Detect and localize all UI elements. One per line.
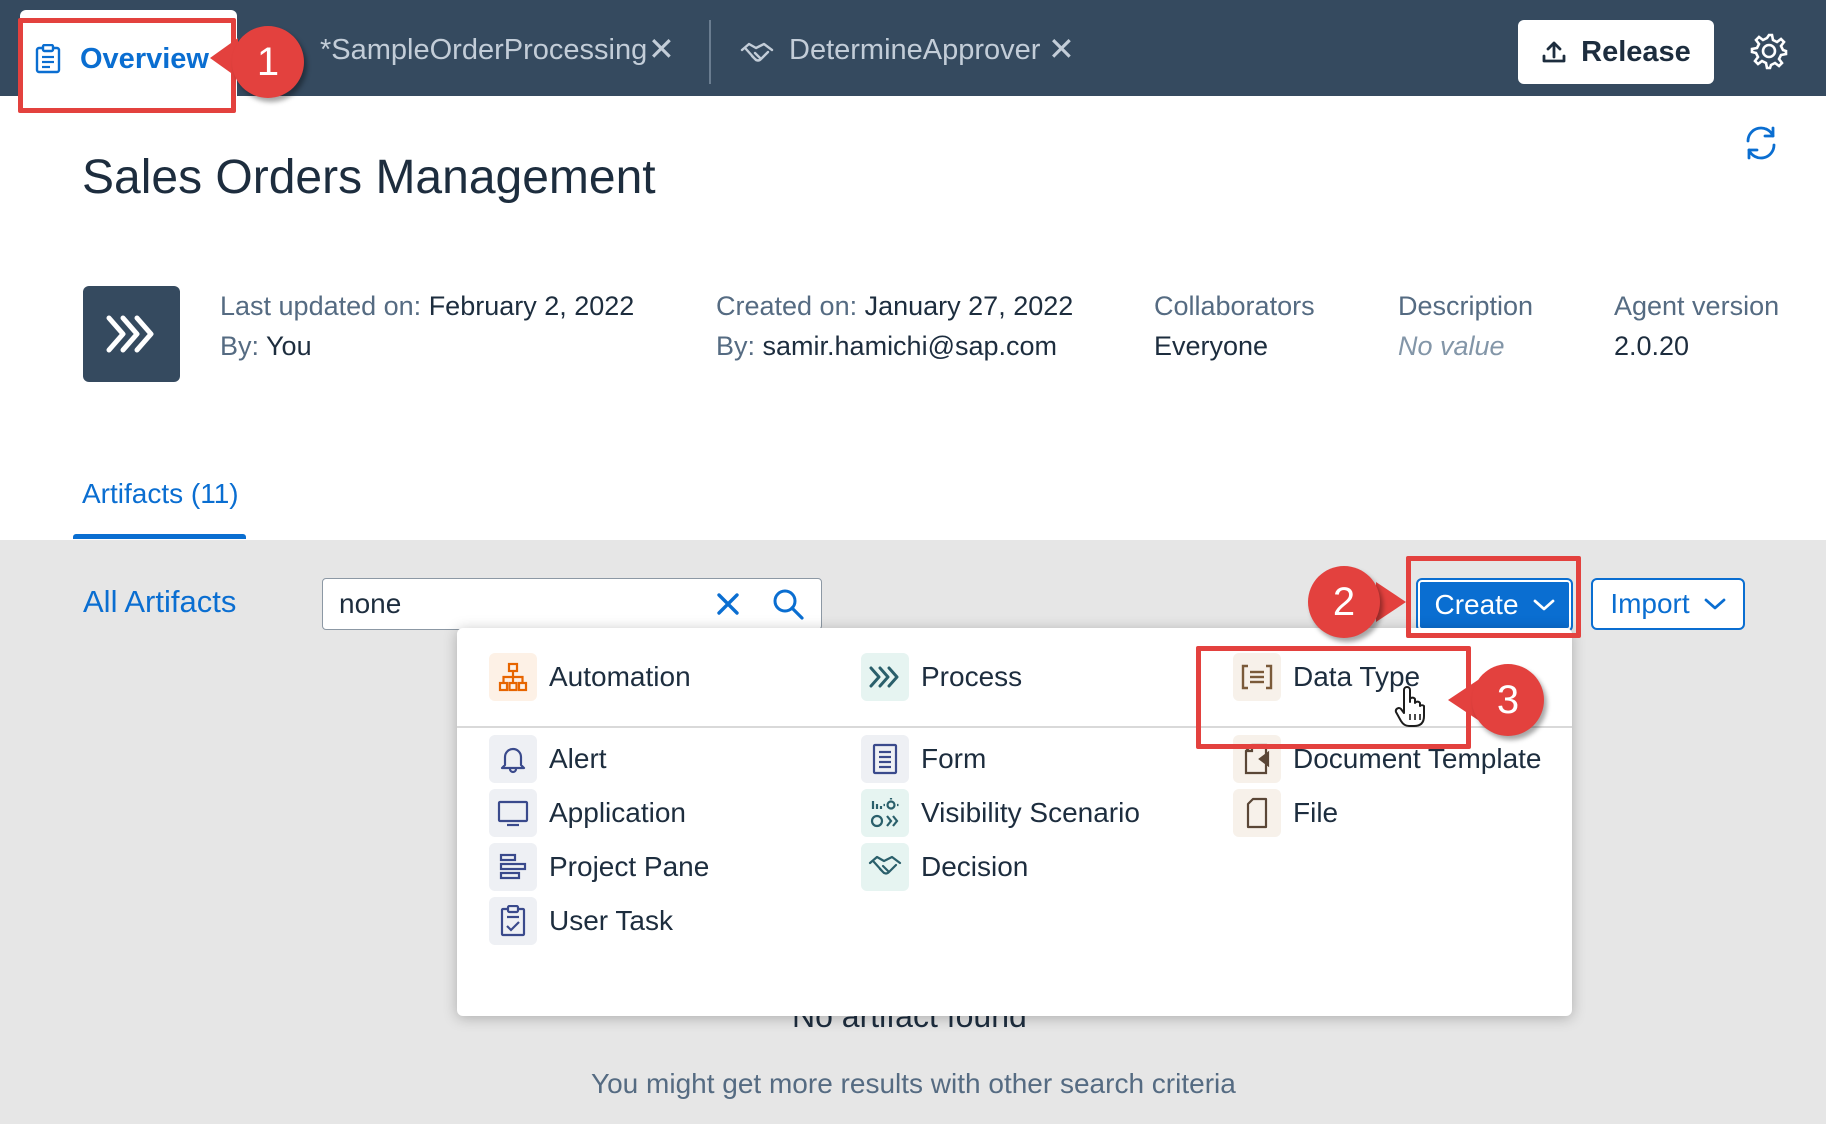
tab-separator [709, 20, 711, 84]
process-chevrons-icon [106, 315, 154, 353]
menu-item-application[interactable]: Application [489, 788, 686, 838]
search-icon[interactable] [771, 587, 805, 621]
annotation-highlight-create [1406, 556, 1581, 638]
meta-created: Created on: January 27, 2022 By: samir.h… [716, 291, 1074, 361]
tab-determine-approver[interactable]: DetermineApprover [789, 34, 1040, 67]
search-field[interactable] [322, 578, 822, 630]
annotation-badge-2: 2 [1308, 566, 1380, 638]
annotation-badge-3: 3 [1472, 664, 1544, 736]
import-label: Import [1610, 588, 1690, 619]
meta-collaborators: Collaborators Everyone [1154, 291, 1315, 361]
user-task-icon [489, 897, 537, 945]
monitor-icon [489, 789, 537, 837]
form-icon [861, 735, 909, 783]
menu-item-alert[interactable]: Alert [489, 734, 607, 784]
menu-item-visibility-scenario[interactable]: Visibility Scenario [861, 788, 1140, 838]
chevron-down-icon [1704, 598, 1726, 610]
tab-active-indicator [73, 534, 246, 539]
menu-item-process[interactable]: Process [861, 652, 1022, 702]
annotation-highlight-overview [18, 18, 236, 113]
annotation-highlight-data-type [1196, 646, 1471, 749]
menu-item-decision[interactable]: Decision [861, 842, 1028, 892]
handshake-icon [861, 843, 909, 891]
close-icon[interactable]: ✕ [1048, 30, 1075, 68]
meta-last-updated: Last updated on: February 2, 2022 By: Yo… [220, 291, 635, 361]
project-avatar [83, 286, 180, 382]
annotation-badge-1: 1 [232, 26, 304, 98]
tab-artifacts[interactable]: Artifacts (11) [82, 478, 239, 510]
visibility-scenario-icon [861, 789, 909, 837]
meta-agent-version: Agent version 2.0.20 [1614, 291, 1780, 361]
clear-icon[interactable] [711, 587, 745, 621]
file-icon [1233, 789, 1281, 837]
automation-icon [489, 653, 537, 701]
menu-item-automation[interactable]: Automation [489, 652, 691, 702]
import-button[interactable]: Import [1591, 578, 1745, 630]
empty-state-hint: You might get more results with other se… [591, 1068, 1236, 1099]
menu-item-file[interactable]: File [1233, 788, 1338, 838]
menu-item-project-pane[interactable]: Project Pane [489, 842, 709, 892]
search-input[interactable] [339, 587, 699, 621]
refresh-icon[interactable] [1742, 124, 1780, 162]
menu-item-user-task[interactable]: User Task [489, 896, 673, 946]
project-pane-icon [489, 843, 537, 891]
upload-icon [1542, 41, 1566, 63]
all-artifacts-title: All Artifacts [83, 584, 237, 619]
page-title: Sales Orders Management [82, 151, 656, 204]
annotation-arrow [1376, 582, 1406, 622]
handshake-icon [740, 42, 774, 62]
menu-item-form[interactable]: Form [861, 734, 986, 784]
tab-sample-order-processing[interactable]: *SampleOrderProcessing [320, 34, 647, 67]
gear-icon[interactable] [1750, 32, 1788, 70]
meta-description: Description No value [1398, 291, 1534, 361]
release-label: Release [1581, 35, 1691, 68]
close-icon[interactable]: ✕ [648, 30, 675, 68]
process-icon [861, 653, 909, 701]
bell-icon [489, 735, 537, 783]
release-button[interactable]: Release [1518, 20, 1714, 84]
